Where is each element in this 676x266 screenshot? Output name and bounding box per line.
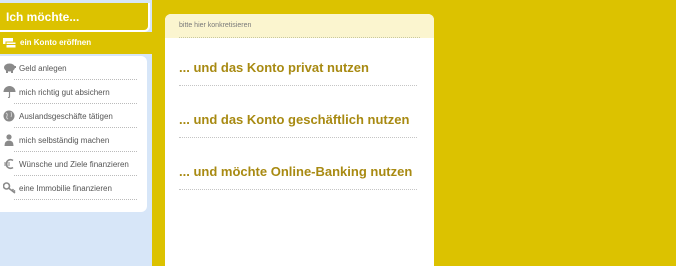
divider <box>179 137 417 138</box>
person-icon <box>3 134 15 146</box>
sidebar-item-label: mich richtig gut absichern <box>19 88 110 97</box>
sidebar-header: Ich möchte... <box>0 3 150 32</box>
option-konto-geschaeftlich[interactable]: ... und das Konto geschäftlich nutzen <box>179 112 417 138</box>
option-label: ... und das Konto privat nutzen <box>179 60 369 75</box>
sidebar-item-label: Auslandsgeschäfte tätigen <box>19 112 113 121</box>
globe-icon <box>3 110 15 122</box>
sidebar-item-immobilie[interactable]: eine Immobilie finanzieren <box>0 176 141 200</box>
option-online-banking[interactable]: ... und möchte Online-Banking nutzen <box>179 164 417 190</box>
key-icon <box>3 182 17 194</box>
euro-icon <box>3 158 15 170</box>
piggy-bank-icon <box>3 62 16 73</box>
panel-hint: bitte hier konkretisieren <box>179 22 252 29</box>
money-cards-icon <box>3 37 17 49</box>
sidebar: Ich möchte... ein Konto eröffnen Geld an… <box>0 0 152 266</box>
sidebar-item-konto-eroeffnen[interactable]: ein Konto eröffnen <box>0 32 152 54</box>
sidebar-item-label: ein Konto eröffnen <box>20 38 92 47</box>
sidebar-item-label: mich selbständig machen <box>19 136 110 145</box>
sidebar-menu: Geld anlegen mich richtig gut absichern <box>0 56 147 212</box>
option-label: ... und möchte Online-Banking nutzen <box>179 164 413 179</box>
option-label: ... und das Konto geschäftlich nutzen <box>179 112 410 127</box>
sidebar-item-ausland[interactable]: Auslandsgeschäfte tätigen <box>0 104 141 128</box>
divider <box>179 189 417 190</box>
sidebar-item-wuensche[interactable]: Wünsche und Ziele finanzieren <box>0 152 141 176</box>
sidebar-item-label: Wünsche und Ziele finanzieren <box>19 160 129 169</box>
divider <box>14 199 137 200</box>
divider <box>179 85 417 86</box>
divider <box>179 37 420 38</box>
sidebar-item-geld-anlegen[interactable]: Geld anlegen <box>0 56 141 80</box>
option-konto-privat[interactable]: ... und das Konto privat nutzen <box>179 60 417 86</box>
sidebar-title: Ich möchte... <box>6 10 80 24</box>
panel-header: bitte hier konkretisieren <box>165 14 434 38</box>
sidebar-item-label: eine Immobilie finanzieren <box>19 184 112 193</box>
sidebar-item-label: Geld anlegen <box>19 64 67 73</box>
sidebar-item-absichern[interactable]: mich richtig gut absichern <box>0 80 141 104</box>
options-panel: bitte hier konkretisieren ... und das Ko… <box>165 14 434 266</box>
umbrella-icon <box>3 86 16 98</box>
sidebar-item-selbstaendig[interactable]: mich selbständig machen <box>0 128 141 152</box>
